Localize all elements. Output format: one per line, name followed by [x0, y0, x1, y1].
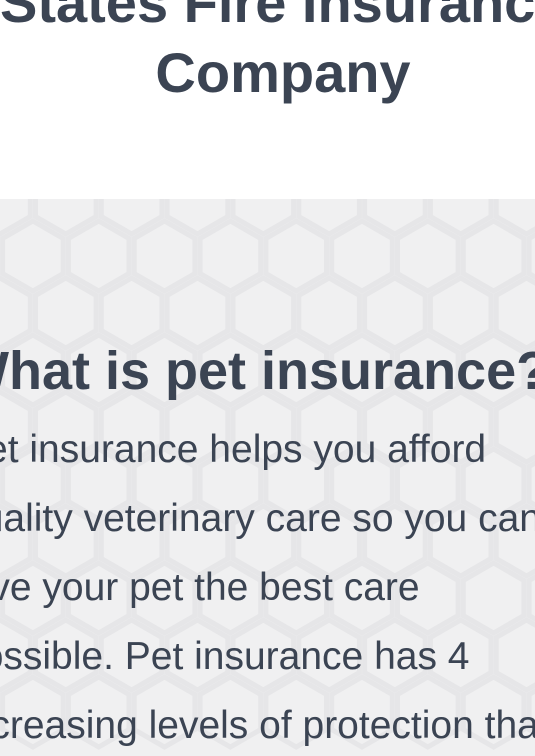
hexagon-shape: [33, 275, 99, 351]
body-line-4: possible. Pet insurance has 4: [0, 635, 470, 678]
company-title-line-1: States Fire Insurance: [0, 0, 535, 34]
hexagon-shape: [230, 275, 297, 351]
hexagon-shape: [164, 275, 231, 351]
header-band: States Fire Insurance Company: [0, 0, 535, 199]
hexagon-shape: [0, 218, 66, 294]
page: States Fire Insurance Company What is pe…: [0, 0, 535, 756]
company-title-line-2: Company: [155, 41, 411, 104]
body-line-5: increasing levels of protection that: [0, 704, 535, 747]
company-title: States Fire Insurance Company: [0, 0, 535, 108]
body-line-3: give your pet the best care: [0, 566, 420, 609]
pet-insurance-section: What is pet insurance? Pet insurance hel…: [0, 199, 535, 756]
body-line-2: quality veterinary care so you can: [0, 497, 535, 540]
hexagon-shape: [296, 275, 362, 351]
hexagon-shape: [395, 218, 461, 294]
body-line-1: Pet insurance helps you afford: [0, 428, 487, 471]
section-body: Pet insurance helps you afford quality v…: [0, 415, 535, 756]
hexagon-shape: [460, 218, 527, 294]
hexagon-shape: [98, 275, 165, 351]
section-heading: What is pet insurance?: [0, 341, 535, 401]
hexagon-shape: [427, 275, 494, 351]
hexagon-shape: [329, 218, 395, 294]
hexagon-shape: [263, 218, 329, 294]
hexagon-shape: [131, 218, 198, 294]
hexagon-shape: [197, 218, 264, 294]
hexagon-shape: [362, 275, 428, 351]
hexagon-shape: [65, 218, 132, 294]
